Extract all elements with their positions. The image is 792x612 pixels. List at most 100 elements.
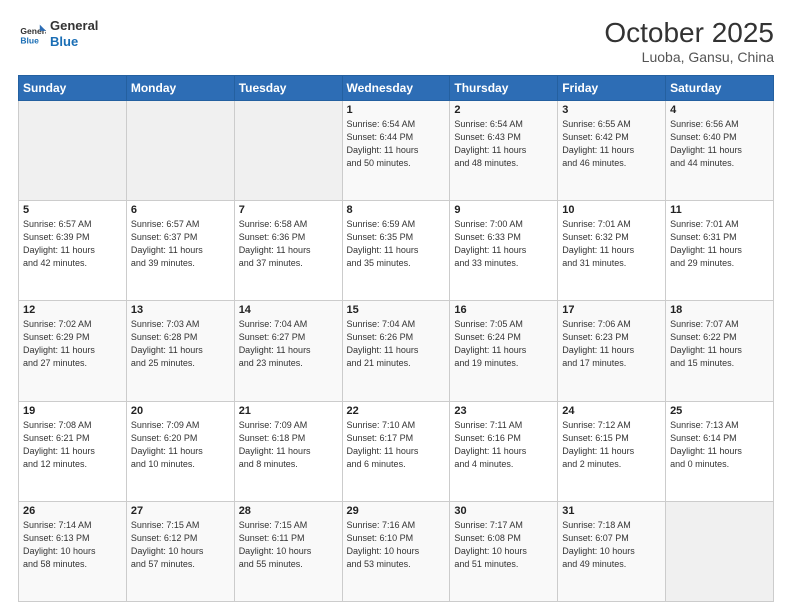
day-info: Sunrise: 7:01 AM Sunset: 6:32 PM Dayligh… xyxy=(562,218,661,270)
day-number: 26 xyxy=(23,505,122,517)
day-number: 3 xyxy=(562,104,661,116)
weekday-header: Wednesday xyxy=(342,75,450,100)
day-number: 1 xyxy=(347,104,446,116)
day-info: Sunrise: 6:56 AM Sunset: 6:40 PM Dayligh… xyxy=(670,118,769,170)
calendar-cell: 23 Sunrise: 7:11 AM Sunset: 6:16 PM Dayli… xyxy=(450,401,558,501)
calendar-cell: 10 Sunrise: 7:01 AM Sunset: 6:32 PM Dayli… xyxy=(558,201,666,301)
calendar-header: SundayMondayTuesdayWednesdayThursdayFrid… xyxy=(19,75,774,100)
day-number: 6 xyxy=(131,204,230,216)
title-block: October 2025 Luoba, Gansu, China xyxy=(604,18,774,65)
weekday-header: Saturday xyxy=(666,75,774,100)
page-subtitle: Luoba, Gansu, China xyxy=(604,49,774,65)
calendar-cell xyxy=(234,100,342,200)
day-info: Sunrise: 6:59 AM Sunset: 6:35 PM Dayligh… xyxy=(347,218,446,270)
day-info: Sunrise: 6:54 AM Sunset: 6:44 PM Dayligh… xyxy=(347,118,446,170)
day-number: 10 xyxy=(562,204,661,216)
day-number: 13 xyxy=(131,304,230,316)
calendar-cell: 20Sunrise: 7:09 AM Sunset: 6:20 PM Dayli… xyxy=(126,401,234,501)
calendar-week-row: 5 Sunrise: 6:57 AM Sunset: 6:39 PM Daylig… xyxy=(19,201,774,301)
day-number: 29 xyxy=(347,505,446,517)
calendar-cell: 6Sunrise: 6:57 AM Sunset: 6:37 PM Daylig… xyxy=(126,201,234,301)
day-info: Sunrise: 7:05 AM Sunset: 6:24 PM Dayligh… xyxy=(454,318,553,370)
day-number: 27 xyxy=(131,505,230,517)
day-number: 28 xyxy=(239,505,338,517)
calendar-cell: 28Sunrise: 7:15 AM Sunset: 6:11 PM Dayli… xyxy=(234,501,342,601)
calendar-cell: 26 Sunrise: 7:14 AM Sunset: 6:13 PM Dayli… xyxy=(19,501,127,601)
day-number: 17 xyxy=(562,304,661,316)
day-info: Sunrise: 6:54 AM Sunset: 6:43 PM Dayligh… xyxy=(454,118,553,170)
page-title: October 2025 xyxy=(604,18,774,49)
day-info: Sunrise: 6:58 AM Sunset: 6:36 PM Dayligh… xyxy=(239,218,338,270)
weekday-header: Sunday xyxy=(19,75,127,100)
calendar-cell xyxy=(19,100,127,200)
day-number: 19 xyxy=(23,405,122,417)
calendar-cell: 25 Sunrise: 7:13 AM Sunset: 6:14 PM Dayli… xyxy=(666,401,774,501)
day-number: 14 xyxy=(239,304,338,316)
calendar-cell: 11Sunrise: 7:01 AM Sunset: 6:31 PM Dayli… xyxy=(666,201,774,301)
day-info: Sunrise: 7:18 AM Sunset: 6:07 PM Dayligh… xyxy=(562,519,661,571)
day-info: Sunrise: 7:02 AM Sunset: 6:29 PM Dayligh… xyxy=(23,318,122,370)
day-info: Sunrise: 7:09 AM Sunset: 6:20 PM Dayligh… xyxy=(131,419,230,471)
calendar-cell: 17Sunrise: 7:06 AM Sunset: 6:23 PM Dayli… xyxy=(558,301,666,401)
day-info: Sunrise: 6:57 AM Sunset: 6:39 PM Dayligh… xyxy=(23,218,122,270)
calendar-cell: 14 Sunrise: 7:04 AM Sunset: 6:27 PM Dayli… xyxy=(234,301,342,401)
day-number: 2 xyxy=(454,104,553,116)
calendar-cell: 27 Sunrise: 7:15 AM Sunset: 6:12 PM Dayli… xyxy=(126,501,234,601)
day-info: Sunrise: 7:16 AM Sunset: 6:10 PM Dayligh… xyxy=(347,519,446,571)
day-number: 15 xyxy=(347,304,446,316)
weekday-header: Tuesday xyxy=(234,75,342,100)
calendar-cell: 29 Sunrise: 7:16 AM Sunset: 6:10 PM Dayli… xyxy=(342,501,450,601)
calendar-cell xyxy=(126,100,234,200)
calendar-cell: 2 Sunrise: 6:54 AM Sunset: 6:43 PM Daylig… xyxy=(450,100,558,200)
day-number: 24 xyxy=(562,405,661,417)
weekday-header: Friday xyxy=(558,75,666,100)
day-number: 16 xyxy=(454,304,553,316)
calendar-table: SundayMondayTuesdayWednesdayThursdayFrid… xyxy=(18,75,774,602)
calendar-week-row: 1 Sunrise: 6:54 AM Sunset: 6:44 PM Daylig… xyxy=(19,100,774,200)
svg-text:Blue: Blue xyxy=(20,35,39,45)
weekday-header: Monday xyxy=(126,75,234,100)
header: General Blue General Blue October 2025 L… xyxy=(18,18,774,65)
day-info: Sunrise: 7:10 AM Sunset: 6:17 PM Dayligh… xyxy=(347,419,446,471)
day-info: Sunrise: 7:11 AM Sunset: 6:16 PM Dayligh… xyxy=(454,419,553,471)
day-number: 22 xyxy=(347,405,446,417)
day-number: 18 xyxy=(670,304,769,316)
day-info: Sunrise: 7:09 AM Sunset: 6:18 PM Dayligh… xyxy=(239,419,338,471)
day-number: 7 xyxy=(239,204,338,216)
logo-blue: Blue xyxy=(50,34,98,50)
day-info: Sunrise: 7:13 AM Sunset: 6:14 PM Dayligh… xyxy=(670,419,769,471)
day-info: Sunrise: 7:17 AM Sunset: 6:08 PM Dayligh… xyxy=(454,519,553,571)
calendar-cell: 8 Sunrise: 6:59 AM Sunset: 6:35 PM Daylig… xyxy=(342,201,450,301)
calendar-cell: 1 Sunrise: 6:54 AM Sunset: 6:44 PM Daylig… xyxy=(342,100,450,200)
day-info: Sunrise: 7:08 AM Sunset: 6:21 PM Dayligh… xyxy=(23,419,122,471)
logo-general: General xyxy=(50,18,98,34)
day-info: Sunrise: 7:07 AM Sunset: 6:22 PM Dayligh… xyxy=(670,318,769,370)
calendar-cell: 13 Sunrise: 7:03 AM Sunset: 6:28 PM Dayli… xyxy=(126,301,234,401)
page: General Blue General Blue October 2025 L… xyxy=(0,0,792,612)
day-info: Sunrise: 7:01 AM Sunset: 6:31 PM Dayligh… xyxy=(670,218,769,270)
calendar-cell: 31Sunrise: 7:18 AM Sunset: 6:07 PM Dayli… xyxy=(558,501,666,601)
day-number: 12 xyxy=(23,304,122,316)
day-number: 23 xyxy=(454,405,553,417)
calendar-cell: 30 Sunrise: 7:17 AM Sunset: 6:08 PM Dayli… xyxy=(450,501,558,601)
day-number: 4 xyxy=(670,104,769,116)
calendar-cell: 5 Sunrise: 6:57 AM Sunset: 6:39 PM Daylig… xyxy=(19,201,127,301)
day-number: 30 xyxy=(454,505,553,517)
day-number: 21 xyxy=(239,405,338,417)
calendar-cell: 9Sunrise: 7:00 AM Sunset: 6:33 PM Daylig… xyxy=(450,201,558,301)
day-info: Sunrise: 7:12 AM Sunset: 6:15 PM Dayligh… xyxy=(562,419,661,471)
day-number: 25 xyxy=(670,405,769,417)
day-info: Sunrise: 7:15 AM Sunset: 6:12 PM Dayligh… xyxy=(131,519,230,571)
day-info: Sunrise: 7:14 AM Sunset: 6:13 PM Dayligh… xyxy=(23,519,122,571)
calendar-cell: 12 Sunrise: 7:02 AM Sunset: 6:29 PM Dayli… xyxy=(19,301,127,401)
calendar-cell: 24 Sunrise: 7:12 AM Sunset: 6:15 PM Dayli… xyxy=(558,401,666,501)
day-info: Sunrise: 7:04 AM Sunset: 6:26 PM Dayligh… xyxy=(347,318,446,370)
day-number: 8 xyxy=(347,204,446,216)
logo: General Blue General Blue xyxy=(18,18,98,49)
day-number: 5 xyxy=(23,204,122,216)
calendar-cell: 16 Sunrise: 7:05 AM Sunset: 6:24 PM Dayli… xyxy=(450,301,558,401)
day-info: Sunrise: 7:04 AM Sunset: 6:27 PM Dayligh… xyxy=(239,318,338,370)
calendar-cell: 22 Sunrise: 7:10 AM Sunset: 6:17 PM Dayli… xyxy=(342,401,450,501)
day-info: Sunrise: 7:00 AM Sunset: 6:33 PM Dayligh… xyxy=(454,218,553,270)
day-info: Sunrise: 7:03 AM Sunset: 6:28 PM Dayligh… xyxy=(131,318,230,370)
